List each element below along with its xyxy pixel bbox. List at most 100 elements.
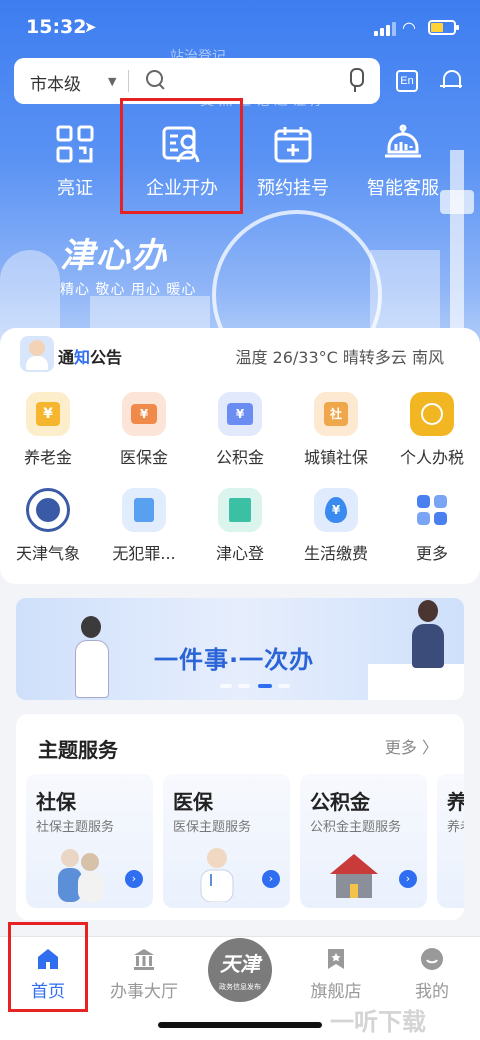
quick-appointment[interactable]: 预约挂号 [238, 120, 348, 210]
service-housing-fund[interactable]: ¥ 公积金 [192, 392, 288, 480]
quick-label: 预约挂号 [257, 178, 329, 199]
service-medical-insurance[interactable]: ¥ 医保金 [96, 392, 192, 480]
theme-card-subtitle: 医保主题服务 [173, 820, 252, 835]
tab-label: 旗舰店 [310, 982, 362, 1002]
tab-service-hall[interactable]: 办事大厅 [96, 943, 192, 1003]
chevron-down-icon[interactable]: ▼ [108, 75, 116, 88]
services-card: 通知公告 温度 26/33°C 晴转多云 南风 ¥ 养老金 ¥ 医保金 ¥ 公积… [0, 328, 480, 584]
theme-card-title: 医保 [173, 790, 213, 814]
robot-icon [385, 124, 421, 158]
theme-services-section: 主题服务 更多 〉 社保 社保主题服务 › 医保 医保主题服务 › 公积金 公积… [16, 714, 464, 920]
quick-label: 智能客服 [367, 178, 439, 199]
wifi-icon: ◠ [402, 18, 416, 37]
service-label: 生活缴费 [303, 544, 368, 563]
person-illustration [71, 616, 111, 700]
service-no-criminal-record[interactable]: 无犯罪... [96, 488, 192, 576]
search-icon[interactable] [144, 68, 168, 92]
theme-card-title: 社保 [36, 790, 76, 814]
pension-icon: ¥ [26, 392, 70, 436]
carousel-indicator [220, 684, 290, 688]
service-pension[interactable]: ¥ 养老金 [0, 392, 96, 480]
notice-bar[interactable]: 通知公告 温度 26/33°C 晴转多云 南风 [0, 328, 480, 384]
social-security-icon: 社 [314, 392, 358, 436]
theme-card-subtitle: 养老 [447, 820, 464, 835]
service-label: 公积金 [215, 448, 264, 467]
theme-card-medical[interactable]: 医保 医保主题服务 › [163, 774, 290, 908]
theme-card-subtitle: 社保主题服务 [36, 820, 115, 835]
battery-icon [428, 20, 459, 35]
document-icon [122, 488, 166, 532]
service-label: 津心登 [215, 544, 264, 563]
service-label: 个人办税 [399, 448, 464, 467]
person-illustration [408, 600, 448, 690]
house-illustration [330, 854, 378, 898]
bookmark-star-icon [328, 949, 344, 969]
section-title: 主题服务 [38, 738, 118, 762]
notice-title[interactable]: 通知公告 [58, 344, 122, 368]
brand-slogan: 精心 敬心 用心 暖心 [60, 282, 197, 298]
more-link[interactable]: 更多 〉 [385, 734, 438, 758]
service-label: 更多 [415, 544, 448, 563]
brand-name: 津心办 [60, 236, 168, 276]
doctor-illustration [200, 848, 234, 902]
service-social-security[interactable]: 社 城镇社保 [288, 392, 384, 480]
center-button-title: 天津 [220, 952, 260, 976]
service-utility-payment[interactable]: ¥ 生活缴费 [288, 488, 384, 576]
status-time: 15:32 [26, 16, 87, 38]
service-label: 无犯罪... [112, 544, 176, 563]
microphone-icon[interactable] [346, 68, 364, 94]
watermark-text: 一听下载 [330, 1008, 426, 1036]
arrow-right-icon[interactable]: › [399, 870, 417, 888]
location-arrow-icon: ➤ [84, 18, 97, 36]
region-selector[interactable]: 市本级 [30, 70, 81, 95]
tax-icon [410, 392, 454, 436]
weather-info: 温度 26/33°C 晴转多云 南风 [235, 348, 444, 367]
qr-code-icon [56, 125, 94, 163]
theme-card-subtitle: 公积金主题服务 [310, 820, 402, 835]
service-label: 医保金 [119, 448, 168, 467]
quick-smart-service[interactable]: 智能客服 [348, 120, 458, 210]
grid-more-icon [410, 488, 454, 532]
service-weather-bureau[interactable]: 天津气象 [0, 488, 96, 576]
home-indicator[interactable] [158, 1022, 322, 1028]
payment-drop-icon: ¥ [314, 488, 358, 532]
service-tax[interactable]: 个人办税 [384, 392, 480, 480]
app-logo: 津心办 精心 敬心 用心 暖心 [60, 228, 210, 298]
bell-icon[interactable] [440, 68, 464, 94]
medical-insurance-icon: ¥ [122, 392, 166, 436]
theme-card-housing-fund[interactable]: 公积金 公积金主题服务 › [300, 774, 427, 908]
service-label: 养老金 [23, 448, 72, 467]
theme-card-title: 养 [447, 790, 464, 814]
service-more[interactable]: 更多 [384, 488, 480, 576]
notice-mascot-icon [20, 336, 54, 372]
service-jinxindeng[interactable]: 津心登 [192, 488, 288, 576]
language-toggle-button[interactable]: En [396, 70, 418, 92]
center-button-subtitle: 政务信息发布 [219, 983, 261, 991]
tab-label: 办事大厅 [110, 982, 178, 1002]
profile-icon [421, 948, 443, 970]
annotation-highlight-box [120, 98, 243, 214]
tab-label: 我的 [415, 982, 449, 1002]
service-label: 城镇社保 [303, 448, 368, 467]
arrow-right-icon[interactable]: › [125, 870, 143, 888]
building-icon [218, 488, 262, 532]
theme-card-social-security[interactable]: 社保 社保主题服务 › [26, 774, 153, 908]
promo-banner[interactable]: 一件事·一次办 [16, 598, 464, 700]
status-bar: 15:32 ➤ ◠ [0, 0, 480, 56]
arrow-right-icon[interactable]: › [262, 870, 280, 888]
search-divider [128, 70, 129, 92]
calendar-plus-icon [274, 127, 312, 163]
theme-card-title: 公积金 [310, 790, 370, 814]
weather-bureau-icon [26, 488, 70, 532]
quick-show-license[interactable]: 亮证 [20, 120, 130, 210]
theme-card-pension[interactable]: 养 养老 [437, 774, 464, 908]
cellular-signal-icon [374, 20, 396, 36]
government-hall-icon [134, 949, 154, 970]
gov-info-release-button[interactable]: 天津 政务信息发布 [208, 938, 272, 1002]
banner-text: 一件事·一次办 [154, 646, 315, 674]
tab-profile[interactable]: 我的 [384, 943, 480, 1003]
tab-flagship-store[interactable]: 旗舰店 [288, 943, 384, 1003]
housing-fund-icon: ¥ [218, 392, 262, 436]
annotation-highlight-box [8, 922, 88, 1012]
quick-label: 亮证 [57, 178, 93, 199]
